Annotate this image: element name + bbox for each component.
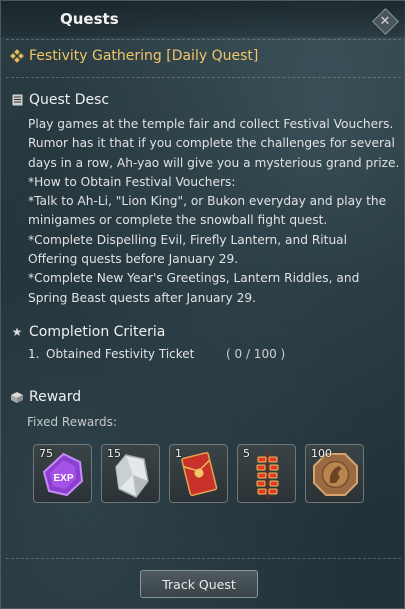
criteria-number: 1. <box>28 347 40 361</box>
divider <box>6 558 401 559</box>
criteria-heading: ★ Completion Criteria <box>11 324 166 340</box>
reward-quantity: 5 <box>243 447 250 460</box>
reward-quantity: 15 <box>107 447 121 460</box>
criteria-label: Completion Criteria <box>29 324 166 340</box>
reward-slot[interactable]: 100 <box>305 444 364 503</box>
svg-text:EXP: EXP <box>53 473 73 484</box>
quest-diamond-icon <box>10 49 24 63</box>
desc-line: Play games at the temple fair and collec… <box>28 117 394 131</box>
reward-quantity: 1 <box>175 447 182 460</box>
desc-line: Offering quests before January 29. <box>28 252 239 267</box>
desc-line: Rumor has it that if you complete the ch… <box>28 136 395 151</box>
desc-line: *Complete New Year's Greetings, Lantern … <box>28 271 360 286</box>
fixed-rewards-label: Fixed Rewards: <box>27 415 117 429</box>
desc-line: Spring Beast quests after January 29. <box>28 290 257 305</box>
reward-quantity: 75 <box>39 447 53 460</box>
desc-line: minigames or complete the snowball fight… <box>28 213 328 228</box>
star-icon: ★ <box>11 325 23 339</box>
quest-title-row: Festivity Gathering [Daily Quest] <box>10 48 259 64</box>
criteria-progress: ( 0 / 100 ) <box>226 347 286 361</box>
document-icon <box>11 94 23 106</box>
desc-line: *Talk to Ah-Li, "Lion King", or Bukon ev… <box>28 194 387 209</box>
reward-label: Reward <box>29 389 82 405</box>
close-icon: ✕ <box>379 13 391 29</box>
track-quest-button[interactable]: Track Quest <box>140 570 258 598</box>
quest-panel: Quests ✕ Festivity Gathering [Daily Ques… <box>0 0 405 609</box>
reward-slot[interactable]: 5 <box>237 444 296 503</box>
desc-line: *Complete Dispelling Evil, Firefly Lante… <box>28 232 348 247</box>
reward-slot[interactable]: 1 <box>169 444 228 503</box>
reward-slot[interactable]: EXP 75 <box>33 444 92 503</box>
quest-desc-heading: Quest Desc <box>11 92 109 108</box>
window-title: Quests <box>60 10 119 28</box>
criteria-text: Obtained Festivity Ticket <box>46 347 195 361</box>
quest-description: Play games at the temple fair and collec… <box>28 115 400 308</box>
close-button[interactable]: ✕ <box>371 7 399 35</box>
divider <box>6 77 401 78</box>
quest-desc-label: Quest Desc <box>29 92 110 108</box>
desc-line: *How to Obtain Festival Vouchers: <box>28 174 236 189</box>
reward-list: EXP 75 15 1 5 100 <box>33 444 364 503</box>
quest-title: Festivity Gathering [Daily Quest] <box>29 48 259 64</box>
divider <box>6 39 401 40</box>
reward-box-icon <box>11 391 23 403</box>
desc-line: days in a row, Ah-yao will give you a my… <box>28 155 400 170</box>
reward-quantity: 100 <box>311 447 332 460</box>
reward-heading: Reward <box>11 389 81 405</box>
title-bar: Quests ✕ <box>1 1 405 37</box>
criteria-item: 1. Obtained Festivity Ticket ( 0 / 100 ) <box>28 347 285 361</box>
reward-slot[interactable]: 15 <box>101 444 160 503</box>
